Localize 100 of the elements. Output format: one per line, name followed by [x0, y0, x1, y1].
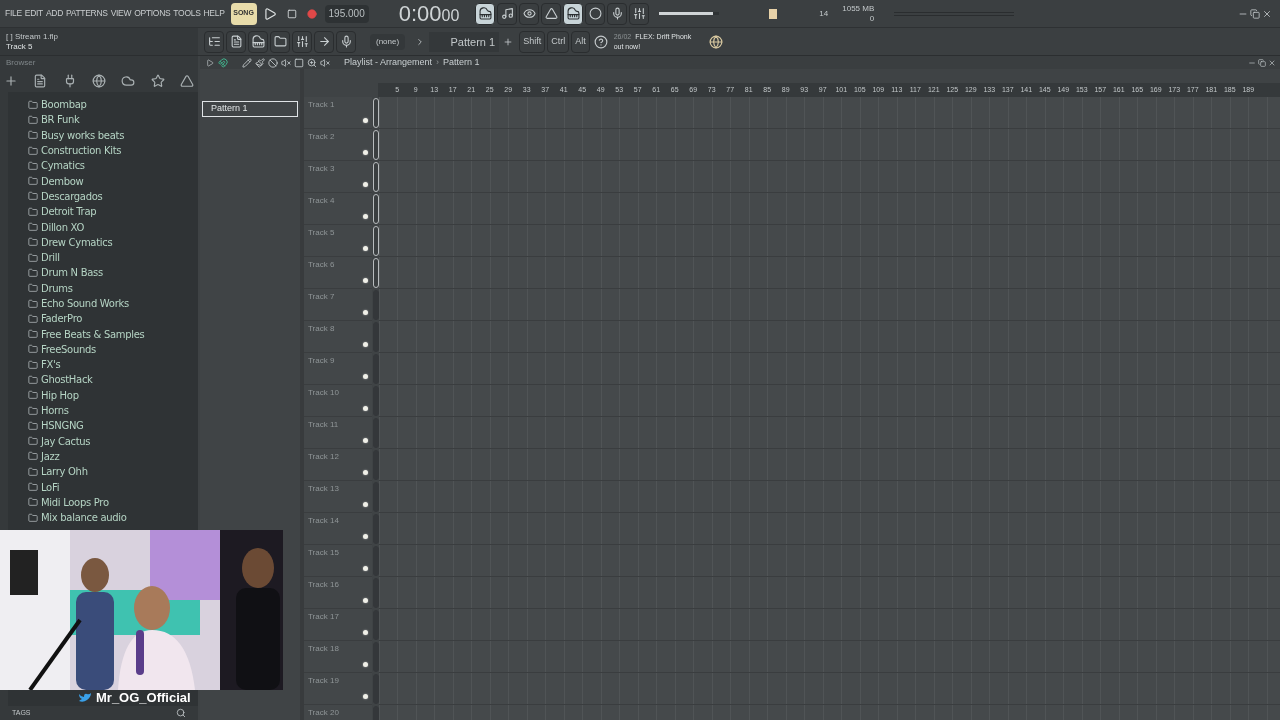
channel-rack-button[interactable]	[226, 30, 246, 53]
browser-button[interactable]	[270, 30, 290, 53]
track-led[interactable]	[363, 182, 368, 187]
folder-name[interactable]: Drum N Bass	[41, 265, 103, 281]
folder-item[interactable]: Descargados	[28, 188, 198, 205]
folder-item[interactable]: Busy works beats	[28, 127, 198, 143]
mic-button[interactable]	[336, 30, 356, 53]
triangle-icon[interactable]	[179, 74, 194, 88]
folder-item[interactable]: Jay Cactus	[28, 433, 198, 449]
pattern-selector[interactable]: Pattern 1	[429, 31, 500, 52]
folder-name[interactable]: Busy works beats	[41, 127, 125, 143]
folder-name[interactable]: Drew Cymatics	[41, 234, 113, 250]
track-led[interactable]	[363, 630, 368, 635]
play-icon[interactable]	[262, 6, 277, 21]
folder-name[interactable]: Jazz	[41, 448, 60, 464]
folder-item[interactable]: Mix balance audio	[28, 510, 198, 526]
folder-name[interactable]: GhostHack	[41, 372, 93, 388]
folder-item[interactable]: Dillon XO	[28, 219, 198, 235]
brush-icon[interactable]	[255, 55, 265, 70]
folder-item[interactable]: Drew Cymatics	[28, 234, 198, 250]
keyboard-button[interactable]	[563, 2, 584, 25]
track-led[interactable]	[363, 118, 368, 123]
folder-name[interactable]: Hip Hop	[41, 387, 79, 403]
folder-item[interactable]: Cymatics	[28, 158, 198, 174]
folder-name[interactable]: FreeSounds	[41, 341, 96, 357]
folder-item[interactable]: FreeSounds	[28, 341, 198, 358]
menu-item[interactable]: TOOLS	[173, 7, 201, 20]
track-led[interactable]	[363, 470, 368, 475]
mic-button[interactable]	[607, 2, 628, 25]
menu-item[interactable]: EDIT	[24, 7, 43, 20]
globe-icon[interactable]	[92, 74, 106, 88]
folder-item[interactable]: Drill	[28, 249, 198, 266]
help-icon[interactable]	[593, 34, 608, 49]
folder-name[interactable]: Detroit Trap	[41, 204, 97, 220]
track-led[interactable]	[363, 374, 368, 379]
folder-item[interactable]: Jazz	[28, 448, 198, 465]
track-led[interactable]	[363, 662, 368, 667]
folder-name[interactable]: Midi Loops Pro	[41, 494, 109, 510]
note-button[interactable]	[497, 2, 518, 25]
folder-item[interactable]: Echo Sound Works	[28, 295, 198, 312]
track-led[interactable]	[363, 694, 368, 699]
folder-name[interactable]: Dembow	[41, 173, 84, 189]
folder-name[interactable]: Jay Cactus	[41, 433, 91, 449]
playlist-button[interactable]	[204, 30, 224, 53]
cloud-icon[interactable]	[121, 74, 136, 88]
folder-name[interactable]: Dillon XO	[41, 219, 85, 235]
folder-item[interactable]: Dembow	[28, 173, 198, 189]
track-led[interactable]	[363, 598, 368, 603]
folder-name[interactable]: Boombap	[41, 97, 87, 113]
search-icon[interactable]	[176, 706, 186, 720]
file-icon[interactable]	[33, 74, 48, 88]
folder-item[interactable]: Free Beats & Samples	[28, 326, 198, 342]
track-led[interactable]	[363, 438, 368, 443]
folder-item[interactable]: BR Funk	[28, 112, 198, 128]
folder-name[interactable]: BR Funk	[41, 112, 80, 128]
menu-item[interactable]: OPTIONS	[134, 7, 171, 20]
channel-selector[interactable]: (none)	[370, 33, 406, 50]
folder-name[interactable]: FX's	[41, 357, 61, 373]
track-led[interactable]	[363, 150, 368, 155]
folder-name[interactable]: LoFi	[41, 479, 60, 495]
pattern-item[interactable]: Pattern 1	[202, 101, 298, 117]
piano-roll-button[interactable]	[248, 30, 268, 53]
delete-icon[interactable]	[268, 55, 278, 70]
folder-name[interactable]: Drill	[41, 250, 60, 266]
folder-name[interactable]: FaderPro	[41, 311, 83, 327]
folder-name[interactable]: Horns	[41, 403, 69, 419]
arrow-button[interactable]	[314, 30, 334, 53]
track-led[interactable]	[363, 342, 368, 347]
folder-item[interactable]: Boombap	[28, 97, 198, 113]
globe-icon[interactable]	[709, 34, 724, 49]
menu-item[interactable]: VIEW	[110, 7, 132, 20]
menu-item[interactable]: FILE	[5, 7, 22, 20]
folder-name[interactable]: Larry Ohh	[41, 464, 88, 480]
folder-item[interactable]: FX's	[28, 357, 198, 373]
folder-name[interactable]: Construction Kits	[41, 143, 122, 159]
piano-button[interactable]	[475, 2, 496, 25]
track-led[interactable]	[363, 246, 368, 251]
menu-item[interactable]: ADD	[45, 7, 63, 20]
record-icon[interactable]	[306, 6, 317, 21]
folder-item[interactable]: HSNGNG	[28, 418, 198, 434]
folder-name[interactable]: HSNGNG	[41, 418, 84, 434]
restore-icon[interactable]	[1250, 6, 1260, 21]
folder-name[interactable]: Mix balance audio	[41, 510, 127, 526]
track-led[interactable]	[363, 534, 368, 539]
track-led[interactable]	[363, 278, 368, 283]
folder-item[interactable]: Horns	[28, 402, 198, 419]
track-led[interactable]	[363, 406, 368, 411]
tempo-display[interactable]: 195.000	[324, 4, 369, 23]
track-led[interactable]	[363, 310, 368, 315]
folder-item[interactable]: Construction Kits	[28, 142, 198, 159]
folder-item[interactable]: Larry Ohh	[28, 464, 198, 480]
folder-item[interactable]: GhostHack	[28, 372, 198, 388]
folder-name[interactable]: Free Beats & Samples	[41, 326, 145, 342]
folder-item[interactable]: FaderPro	[28, 311, 198, 327]
track-led[interactable]	[363, 502, 368, 507]
track-led[interactable]	[363, 566, 368, 571]
folder-name[interactable]: Descargados	[41, 188, 103, 204]
folder-item[interactable]: Detroit Trap	[28, 204, 198, 220]
folder-item[interactable]: Midi Loops Pro	[28, 494, 198, 510]
menu-item[interactable]: HELP	[203, 7, 225, 20]
